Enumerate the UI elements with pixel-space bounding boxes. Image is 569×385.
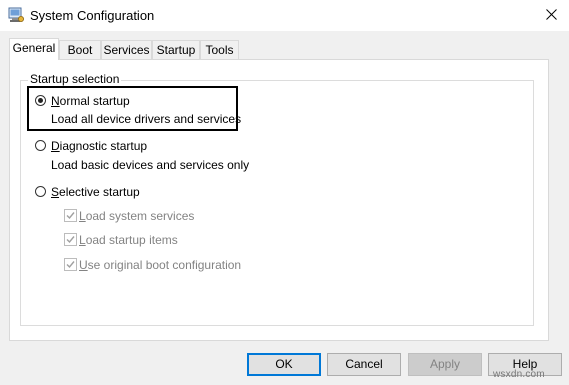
system-config-icon <box>8 7 24 23</box>
tab-boot[interactable]: Boot <box>59 40 101 59</box>
cancel-button[interactable]: Cancel <box>327 353 401 376</box>
close-icon <box>546 9 557 20</box>
tab-tools[interactable]: Tools <box>200 40 239 59</box>
apply-button[interactable]: Apply <box>408 353 482 376</box>
diagnostic-startup-description: Load basic devices and services only <box>51 158 250 172</box>
checkmark-icon <box>66 212 75 220</box>
tab-startup[interactable]: Startup <box>152 40 200 59</box>
ok-button[interactable]: OK <box>247 353 321 376</box>
use-original-boot-config-label[interactable]: Use original boot configuration <box>79 258 241 272</box>
load-startup-items-checkbox[interactable] <box>64 233 77 246</box>
window-title: System Configuration <box>30 8 155 23</box>
load-system-services-checkbox[interactable] <box>64 209 77 222</box>
tab-services[interactable]: Services <box>101 40 152 59</box>
use-original-boot-config-checkbox[interactable] <box>64 258 77 271</box>
checkmark-icon <box>66 261 75 269</box>
tab-general[interactable]: General <box>9 38 59 60</box>
selective-startup-radio[interactable] <box>35 186 46 197</box>
diagnostic-startup-label[interactable]: Diagnostic startup <box>51 139 147 153</box>
checkmark-icon <box>66 236 75 244</box>
highlight-box <box>27 86 238 131</box>
close-button[interactable] <box>534 0 569 31</box>
diagnostic-startup-radio[interactable] <box>35 140 46 151</box>
watermark: wsxdn.com <box>493 369 545 380</box>
load-startup-items-label[interactable]: Load startup items <box>79 233 178 247</box>
group-label: Startup selection <box>28 72 122 86</box>
selective-startup-label[interactable]: Selective startup <box>51 185 140 199</box>
load-system-services-label[interactable]: Load system services <box>79 209 194 223</box>
